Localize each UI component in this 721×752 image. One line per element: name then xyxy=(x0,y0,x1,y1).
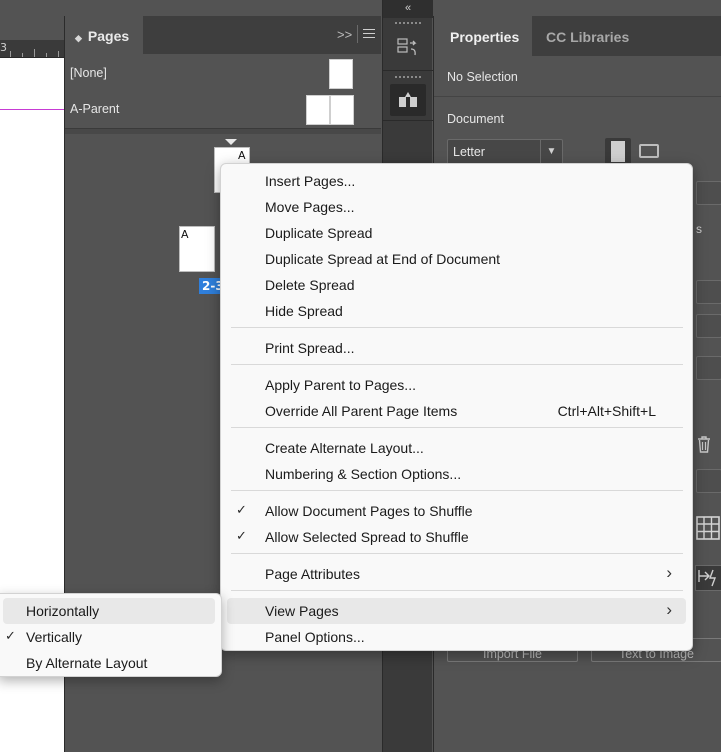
page-size-value: Letter xyxy=(453,145,485,159)
panel-divider[interactable] xyxy=(65,128,381,134)
submenu-item-horizontally[interactable]: Horizontally xyxy=(3,598,215,624)
menu-item-panel-options[interactable]: Panel Options... xyxy=(227,624,686,650)
menu-item-numbering-section[interactable]: Numbering & Section Options... xyxy=(227,461,686,487)
parent-margin-guide xyxy=(0,109,64,110)
menu-item-apply-parent[interactable]: Apply Parent to Pages... xyxy=(227,372,686,398)
adjust-layout-button[interactable] xyxy=(695,565,721,591)
collapse-panels-button[interactable]: « xyxy=(383,0,433,18)
menu-item-print-spread[interactable]: Print Spread... xyxy=(227,335,686,361)
pages-tab-label: Pages xyxy=(87,28,130,44)
menu-item-move-pages[interactable]: Move Pages... xyxy=(227,194,686,220)
pages-panel-tabbar: ◆ Pages >> xyxy=(65,16,381,54)
menu-item-duplicate-spread-end[interactable]: Duplicate Spread at End of Document xyxy=(227,246,686,272)
parent-thumbnail-left xyxy=(306,95,330,125)
width-field[interactable] xyxy=(696,181,721,205)
properties-panel-button[interactable] xyxy=(390,84,426,116)
page-size-select[interactable]: Letter ▼ xyxy=(447,139,563,165)
checkmark-icon: ✓ xyxy=(5,628,16,643)
grid-icon[interactable] xyxy=(696,516,720,540)
page-parent-prefix: A xyxy=(181,228,189,241)
collapse-icon: « xyxy=(404,2,412,14)
landscape-orientation-icon[interactable] xyxy=(639,144,659,158)
menu-separator xyxy=(231,327,683,328)
properties-icon xyxy=(399,92,417,107)
portrait-orientation-icon[interactable] xyxy=(605,138,631,166)
parent-row-none[interactable]: [None] xyxy=(65,56,381,92)
menu-item-view-pages[interactable]: View Pages › xyxy=(227,598,686,624)
tab-updown-icon: ◆ xyxy=(75,33,82,43)
page-parent-prefix: A xyxy=(238,149,246,162)
view-pages-submenu: Horizontally ✓ Vertically By Alternate L… xyxy=(0,593,222,677)
checkmark-icon: ✓ xyxy=(236,528,247,543)
section-divider xyxy=(434,96,721,97)
ruler-number: 3 xyxy=(0,41,7,54)
menu-separator xyxy=(231,427,683,428)
facing-pages-label-fragment: s xyxy=(696,222,702,236)
menu-separator xyxy=(231,490,683,491)
selection-status: No Selection xyxy=(447,70,518,84)
pages-panel-button[interactable] xyxy=(390,32,426,64)
chevron-right-icon: › xyxy=(666,563,672,582)
tab-properties[interactable]: Properties xyxy=(434,16,532,56)
margin-field[interactable] xyxy=(696,280,721,304)
properties-tabbar: Properties CC Libraries xyxy=(434,16,721,56)
submenu-item-by-alternate-layout[interactable]: By Alternate Layout xyxy=(3,650,215,676)
grip-handle[interactable] xyxy=(395,76,421,79)
menu-item-create-alternate-layout[interactable]: Create Alternate Layout... xyxy=(227,435,686,461)
margin-field[interactable] xyxy=(696,356,721,380)
menu-item-insert-pages[interactable]: Insert Pages... xyxy=(227,168,686,194)
menu-separator xyxy=(231,553,683,554)
menu-item-delete-spread[interactable]: Delete Spread xyxy=(227,272,686,298)
parent-thumbnail-right xyxy=(330,95,354,125)
adjust-layout-icon xyxy=(698,569,717,587)
parent-thumbnail xyxy=(329,59,353,89)
pages-context-menu: Insert Pages... Move Pages... Duplicate … xyxy=(220,163,693,651)
grip-handle[interactable] xyxy=(395,22,421,25)
chevron-down-icon[interactable]: ▼ xyxy=(540,140,562,164)
parent-row-a[interactable]: A-Parent xyxy=(65,92,381,128)
menu-separator xyxy=(231,590,683,591)
tab-cc-libraries[interactable]: CC Libraries xyxy=(532,16,640,56)
page-transitions-icon xyxy=(397,38,417,56)
submenu-item-vertically[interactable]: ✓ Vertically xyxy=(3,624,215,650)
parent-label: A-Parent xyxy=(70,102,120,116)
horizontal-ruler: 3 xyxy=(0,40,64,58)
menu-item-allow-document-shuffle[interactable]: ✓ Allow Document Pages to Shuffle xyxy=(227,498,686,524)
menu-item-duplicate-spread[interactable]: Duplicate Spread xyxy=(227,220,686,246)
spread-arrow-icon xyxy=(225,139,237,145)
panel-menu-icon[interactable] xyxy=(357,25,375,43)
menu-item-allow-spread-shuffle[interactable]: ✓ Allow Selected Spread to Shuffle xyxy=(227,524,686,550)
grid-field[interactable] xyxy=(696,469,721,493)
parent-label: [None] xyxy=(70,66,107,80)
page-thumbnail-2[interactable]: A xyxy=(179,226,215,272)
menu-item-override-parent-items[interactable]: Override All Parent Page Items Ctrl+Alt+… xyxy=(227,398,686,424)
menu-separator xyxy=(231,364,683,365)
keyboard-shortcut: Ctrl+Alt+Shift+L xyxy=(557,403,656,419)
trash-icon[interactable] xyxy=(696,435,712,453)
document-section-heading: Document xyxy=(447,112,504,126)
menu-item-hide-spread[interactable]: Hide Spread xyxy=(227,298,686,324)
checkmark-icon: ✓ xyxy=(236,502,247,517)
menu-item-page-attributes[interactable]: Page Attributes › xyxy=(227,561,686,587)
margin-field[interactable] xyxy=(696,314,721,338)
chevron-right-icon: › xyxy=(666,600,672,619)
pages-tab[interactable]: ◆ Pages xyxy=(65,16,143,54)
expand-panel-icon[interactable]: >> xyxy=(337,27,352,42)
